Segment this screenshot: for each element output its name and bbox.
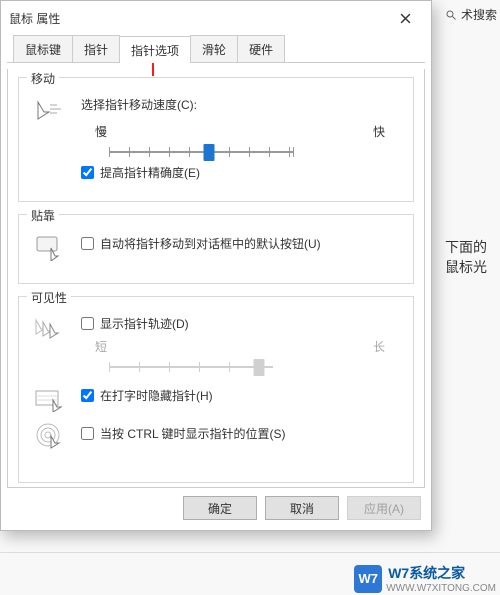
panel-wrap: 移动 选择指针移动速度(C): 慢 快 [1,63,431,488]
title-bar: 鼠标 属性 [1,1,431,33]
background-side-text: 下面的鼠标光 [445,237,500,277]
show-trails-label: 显示指针轨迹(D) [100,315,189,332]
watermark-sub: WWW.W7XITONG.COM [386,583,496,594]
dialog-button-bar: 确定 取消 应用(A) [1,488,431,530]
watermark-logo: W7 [354,565,382,593]
ok-button[interactable]: 确定 [183,496,257,520]
group-visibility: 可见性 显示指针轨迹(D) [18,296,414,483]
background-search: 术搜索 [445,6,497,23]
trails-short-label: 短 [95,338,107,355]
snap-icon [33,233,67,263]
trails-icon [33,315,67,345]
hide-typing-icon [33,385,67,415]
speed-slider[interactable] [81,146,321,158]
hide-while-typing-checkbox[interactable] [81,389,94,402]
enhance-precision-checkbox[interactable] [81,166,94,179]
speed-icon [33,96,67,126]
group-snap-title: 贴靠 [27,207,59,224]
mouse-properties-dialog: 鼠标 属性 鼠标键 指针 指针选项 滑轮 硬件 移动 选择指针移动速度(C): [0,0,432,531]
speed-label: 选择指针移动速度(C): [81,96,399,113]
tab-bar: 鼠标键 指针 指针选项 滑轮 硬件 [7,35,425,63]
snap-to-default-checkbox[interactable] [81,237,94,250]
group-motion: 移动 选择指针移动速度(C): 慢 快 [18,77,414,202]
apply-button[interactable]: 应用(A) [347,496,421,520]
close-button[interactable] [387,7,423,29]
snap-to-default-label: 自动将指针移动到对话框中的默认按钮(U) [100,235,321,252]
show-trails-checkbox[interactable] [81,317,94,330]
cancel-button[interactable]: 取消 [265,496,339,520]
fast-label: 快 [373,123,385,140]
search-icon [445,9,457,21]
tab-wheel[interactable]: 滑轮 [190,35,238,62]
group-motion-title: 移动 [27,70,59,87]
watermark: W7 W7系统之家 WWW.W7XITONG.COM [354,563,496,594]
tab-buttons[interactable]: 鼠标键 [13,35,73,62]
group-snap: 贴靠 自动将指针移动到对话框中的默认按钮(U) [18,214,414,284]
ctrl-locate-icon [33,421,67,451]
group-visibility-title: 可见性 [27,289,71,306]
ctrl-locate-label: 当按 CTRL 键时显示指针的位置(S) [100,425,286,442]
window-title: 鼠标 属性 [9,10,60,27]
close-icon [400,13,411,24]
trails-long-label: 长 [373,338,385,355]
pointer-options-panel: 移动 选择指针移动速度(C): 慢 快 [7,69,425,488]
enhance-precision-label: 提高指针精确度(E) [100,164,200,181]
tab-pointers[interactable]: 指针 [72,35,120,62]
hide-while-typing-label: 在打字时隐藏指针(H) [100,387,213,404]
background-divider [0,552,500,553]
slow-label: 慢 [95,123,107,140]
tab-hardware[interactable]: 硬件 [237,35,285,62]
trails-slider [81,361,301,373]
background-search-label: 术搜索 [461,6,497,23]
tab-pointer-options[interactable]: 指针选项 [119,36,191,63]
ctrl-locate-checkbox[interactable] [81,427,94,440]
watermark-text: W7系统之家 [388,563,496,583]
